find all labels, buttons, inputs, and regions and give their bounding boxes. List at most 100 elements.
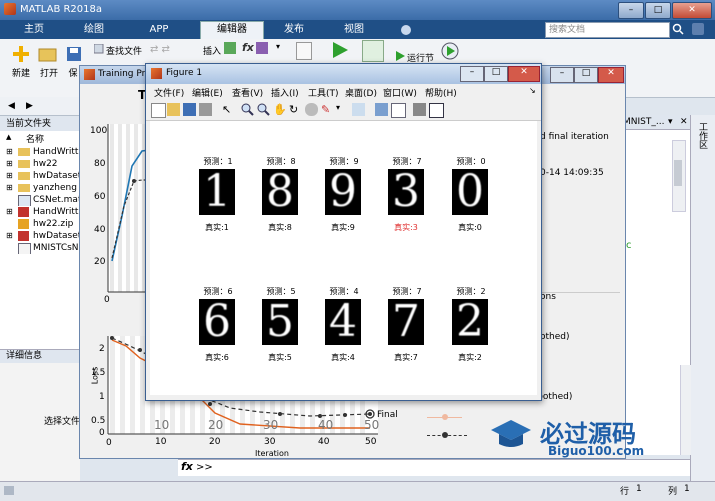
insert-button[interactable]: 插入 bbox=[203, 44, 221, 57]
menu-dock-arrow-icon[interactable]: ↘ bbox=[529, 86, 536, 95]
tab-plots[interactable]: 绘图 bbox=[68, 22, 120, 38]
forward-arrow-icon[interactable]: ▶ bbox=[26, 101, 40, 111]
search-icon[interactable] bbox=[672, 23, 684, 35]
rotate-icon[interactable]: ↻ bbox=[289, 103, 302, 116]
menu-edit[interactable]: 编辑(E) bbox=[192, 86, 223, 99]
scrollbar-thumb[interactable] bbox=[674, 160, 682, 186]
save-figure-icon[interactable] bbox=[183, 103, 196, 116]
zoom-in-icon[interactable] bbox=[241, 103, 254, 116]
sort-icon[interactable]: ▲ bbox=[6, 133, 11, 141]
save-button[interactable]: 保 bbox=[66, 66, 80, 79]
colorbar-icon[interactable] bbox=[375, 103, 388, 116]
breakpoint-icon[interactable] bbox=[296, 42, 312, 60]
menu-window[interactable]: 窗口(W) bbox=[383, 86, 417, 99]
list-item[interactable]: ⊞ HandWritte bbox=[0, 146, 80, 158]
truth-label: 真实:2 bbox=[458, 353, 482, 362]
run-and-time-icon[interactable] bbox=[440, 40, 460, 60]
editor-tab-mnist[interactable]: MNIST_... bbox=[623, 117, 664, 127]
name-column-header[interactable]: 名称 bbox=[26, 132, 44, 145]
brush-dropdown-icon[interactable]: ▾ bbox=[336, 103, 349, 116]
menu-desktop[interactable]: 桌面(D) bbox=[345, 86, 377, 99]
list-item[interactable]: ⊞ hwDataset. bbox=[0, 230, 80, 242]
data-cursor-icon[interactable] bbox=[305, 103, 318, 116]
legend-scrollbar[interactable] bbox=[680, 365, 691, 455]
col-value: 1 bbox=[684, 484, 690, 494]
tab-apps[interactable]: APP bbox=[128, 22, 190, 38]
find-files-button[interactable]: 查找文件 bbox=[106, 44, 146, 57]
pan-hand-icon[interactable]: ✋ bbox=[273, 103, 287, 116]
tab-close-icon[interactable]: ✕ bbox=[680, 117, 688, 127]
digit-image: 5 bbox=[262, 299, 298, 345]
list-item[interactable]: ⊞ hw22 bbox=[0, 158, 80, 170]
training-minimize-button[interactable]: – bbox=[550, 67, 574, 83]
figure-minimize-button[interactable]: – bbox=[460, 66, 484, 82]
print-icon[interactable] bbox=[199, 103, 212, 116]
tab-editor[interactable]: 编辑器 bbox=[200, 21, 264, 40]
list-item[interactable]: ⊞ yanzheng bbox=[0, 182, 80, 194]
script-file-icon bbox=[18, 243, 31, 254]
epoch-tick: 20 bbox=[208, 418, 224, 432]
figure-maximize-button[interactable]: □ bbox=[484, 66, 508, 82]
hide-plot-tools-icon[interactable] bbox=[413, 103, 426, 116]
menu-file[interactable]: 文件(F) bbox=[154, 86, 184, 99]
brush-icon[interactable]: ✎ bbox=[321, 103, 334, 116]
menu-tools[interactable]: 工具(T) bbox=[308, 86, 339, 99]
select-file-hint: 选择文件 bbox=[44, 417, 81, 427]
command-window[interactable] bbox=[178, 459, 690, 476]
insert-section-icon[interactable] bbox=[224, 42, 236, 54]
data-file-icon bbox=[18, 207, 29, 217]
list-item[interactable]: ⊞ HandWritte bbox=[0, 206, 80, 218]
list-item[interactable]: MNISTCsN bbox=[0, 242, 80, 254]
list-item[interactable]: CSNet.mat bbox=[0, 194, 80, 206]
menu-view[interactable]: 查看(V) bbox=[232, 86, 263, 99]
comment-icon[interactable] bbox=[256, 42, 268, 54]
figure-menu-bar: 文件(F) 编辑(E) 查看(V) 插入(I) 工具(T) 桌面(D) 窗口(W… bbox=[146, 84, 541, 100]
new-plus-icon[interactable] bbox=[11, 44, 31, 64]
tab-dropdown-icon[interactable]: ▾ bbox=[668, 117, 673, 127]
new-button[interactable]: 新建 bbox=[6, 66, 36, 79]
tab-publish[interactable]: 发布 bbox=[266, 22, 322, 38]
details-header[interactable]: 详细信息 bbox=[0, 349, 86, 364]
list-item[interactable]: ⊞ hwDataset bbox=[0, 170, 80, 182]
find-files-icon[interactable] bbox=[93, 43, 104, 54]
run-and-advance-icon[interactable] bbox=[362, 40, 384, 62]
zoom-out-icon[interactable] bbox=[257, 103, 270, 116]
truth-label: 真实:1 bbox=[205, 223, 229, 232]
save-icon[interactable] bbox=[66, 46, 82, 62]
workspace-label[interactable]: 工作区 bbox=[697, 122, 709, 149]
maximize-button[interactable]: □ bbox=[645, 2, 671, 19]
training-maximize-button[interactable]: □ bbox=[574, 67, 598, 83]
ribbon-collapse-icon[interactable] bbox=[692, 23, 704, 35]
new-figure-icon[interactable] bbox=[151, 103, 166, 118]
timestamp-text: 0-14 14:09:35 bbox=[540, 168, 604, 178]
back-arrow-icon[interactable]: ◀ bbox=[8, 101, 22, 111]
legend-icon[interactable] bbox=[391, 103, 406, 118]
menu-help[interactable]: 帮助(H) bbox=[425, 86, 457, 99]
fx-icon[interactable]: fx bbox=[181, 460, 193, 473]
help-icon[interactable] bbox=[400, 24, 412, 36]
show-plot-tools-icon[interactable] bbox=[429, 103, 444, 118]
prediction-label: 预测：7 bbox=[392, 287, 422, 296]
dropdown-arrow-icon[interactable]: ▾ bbox=[276, 42, 284, 52]
epoch-tick: 30 bbox=[263, 418, 279, 432]
minimize-button[interactable]: – bbox=[618, 2, 644, 19]
digit-image: 2 bbox=[452, 299, 488, 345]
pointer-icon[interactable]: ↖ bbox=[222, 103, 235, 116]
run-section-icon[interactable] bbox=[394, 50, 406, 62]
link-plot-icon[interactable] bbox=[352, 103, 365, 116]
fx-button[interactable]: fx bbox=[242, 41, 254, 54]
list-item[interactable]: hw22.zip bbox=[0, 218, 80, 230]
open-file-icon[interactable] bbox=[167, 103, 180, 116]
tab-home[interactable]: 主页 bbox=[8, 22, 60, 38]
loss-xtick: 20 bbox=[209, 437, 221, 447]
open-folder-icon[interactable] bbox=[38, 46, 58, 62]
search-input[interactable]: 搜索文档 bbox=[545, 22, 670, 38]
close-button[interactable]: ✕ bbox=[672, 2, 712, 19]
figure-close-button[interactable]: ✕ bbox=[508, 66, 540, 82]
open-button[interactable]: 打开 bbox=[35, 66, 63, 79]
run-icon[interactable] bbox=[330, 40, 350, 60]
training-close-button[interactable]: ✕ bbox=[598, 67, 624, 83]
loss-xtick: 0 bbox=[106, 438, 112, 448]
tab-view[interactable]: 视图 bbox=[326, 22, 382, 38]
menu-insert[interactable]: 插入(I) bbox=[271, 86, 299, 99]
